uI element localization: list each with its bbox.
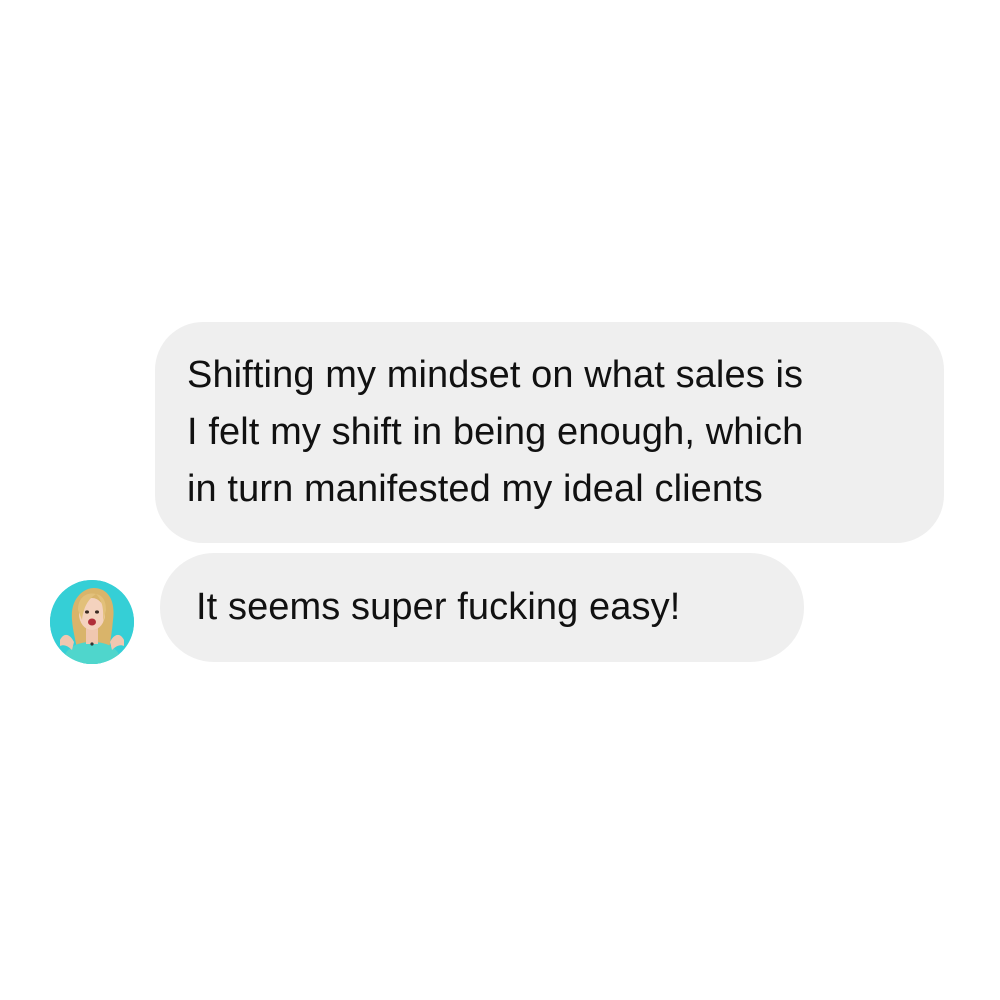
message-text-line: Shifting my mindset on what sales is xyxy=(187,354,804,396)
message-bubble[interactable]: Shifting my mindset on what sales is I f… xyxy=(155,322,944,543)
message-thread: Shifting my mindset on what sales is I f… xyxy=(0,0,1000,1000)
avatar[interactable] xyxy=(50,580,134,664)
message-text-line: I felt my shift in being enough, which xyxy=(187,411,804,453)
message-text-line: It seems super fucking easy! xyxy=(196,586,681,628)
message-bubble[interactable]: It seems super fucking easy! xyxy=(160,553,804,662)
profile-photo-avatar-icon xyxy=(50,580,134,664)
message-text-line: in turn manifested my ideal clients xyxy=(187,468,763,510)
